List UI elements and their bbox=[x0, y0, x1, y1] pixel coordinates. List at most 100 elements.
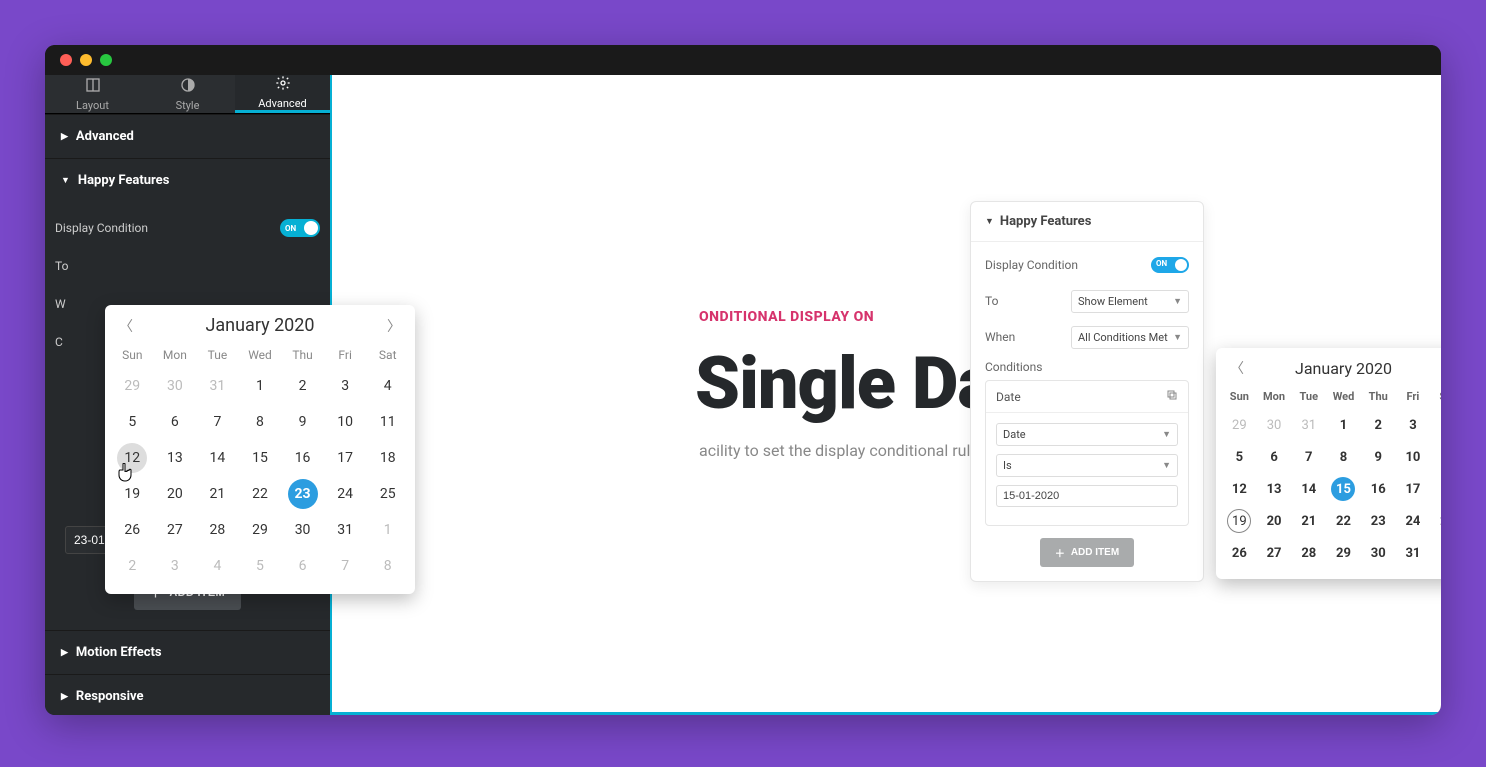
calendar-day[interactable]: 19 bbox=[1227, 509, 1251, 533]
calendar-day[interactable]: 9 bbox=[288, 407, 318, 437]
calendar-day[interactable]: 31 bbox=[1297, 413, 1321, 437]
calendar-day[interactable]: 22 bbox=[1331, 509, 1355, 533]
window-close-icon[interactable] bbox=[60, 54, 72, 66]
calendar-day[interactable]: 24 bbox=[330, 479, 360, 509]
calendar-day[interactable]: 26 bbox=[117, 515, 147, 545]
calendar-day[interactable]: 27 bbox=[160, 515, 190, 545]
calendar-day[interactable]: 8 bbox=[373, 551, 403, 581]
calendar-day[interactable]: 6 bbox=[1262, 445, 1286, 469]
calendar-day[interactable]: 30 bbox=[1366, 541, 1390, 565]
tab-advanced[interactable]: Advanced bbox=[235, 75, 330, 113]
calendar-prev-button[interactable]: 〈 bbox=[119, 316, 133, 336]
condition-op-select[interactable]: Is ▼ bbox=[996, 454, 1178, 477]
calendar-day[interactable]: 13 bbox=[1262, 477, 1286, 501]
calendar-day[interactable]: 3 bbox=[160, 551, 190, 581]
calendar-day[interactable]: 7 bbox=[1297, 445, 1321, 469]
calendar-day[interactable]: 6 bbox=[288, 551, 318, 581]
calendar-day[interactable]: 2 bbox=[117, 551, 147, 581]
calendar-day[interactable]: 17 bbox=[1401, 477, 1425, 501]
calendar-day[interactable]: 21 bbox=[202, 479, 232, 509]
calendar-day[interactable]: 1 bbox=[373, 515, 403, 545]
calendar-day[interactable]: 19 bbox=[117, 479, 147, 509]
calendar-day[interactable]: 2 bbox=[288, 371, 318, 401]
calendar-day[interactable]: 4 bbox=[202, 551, 232, 581]
tab-style[interactable]: Style bbox=[140, 75, 235, 113]
when-select[interactable]: All Conditions Met ▼ bbox=[1071, 326, 1189, 349]
calendar-day[interactable]: 31 bbox=[330, 515, 360, 545]
calendar-day[interactable]: 3 bbox=[330, 371, 360, 401]
calendar-day[interactable]: 8 bbox=[245, 407, 275, 437]
calendar-day[interactable]: 29 bbox=[1227, 413, 1251, 437]
calendar-day[interactable]: 3 bbox=[1401, 413, 1425, 437]
window-minimize-icon[interactable] bbox=[80, 54, 92, 66]
calendar-day[interactable]: 27 bbox=[1262, 541, 1286, 565]
calendar-day[interactable]: 9 bbox=[1366, 445, 1390, 469]
calendar-day[interactable]: 30 bbox=[288, 515, 318, 545]
calendar-day[interactable]: 2 bbox=[1366, 413, 1390, 437]
calendar-day[interactable]: 14 bbox=[1297, 477, 1321, 501]
calendar-day[interactable]: 29 bbox=[1331, 541, 1355, 565]
calendar-day[interactable]: 11 bbox=[373, 407, 403, 437]
calendar-day[interactable]: 15 bbox=[245, 443, 275, 473]
calendar-day[interactable]: 25 bbox=[1436, 509, 1441, 533]
calendar-day[interactable]: 20 bbox=[160, 479, 190, 509]
calendar-day[interactable]: 20 bbox=[1262, 509, 1286, 533]
calendar-day[interactable]: 18 bbox=[1436, 477, 1441, 501]
calendar-day[interactable]: 22 bbox=[245, 479, 275, 509]
section-responsive[interactable]: ▶ Responsive bbox=[45, 674, 330, 715]
condition-type-select[interactable]: Date ▼ bbox=[996, 423, 1178, 446]
calendar-day[interactable]: 31 bbox=[1401, 541, 1425, 565]
calendar-day[interactable]: 21 bbox=[1297, 509, 1321, 533]
calendar-day[interactable]: 29 bbox=[245, 515, 275, 545]
calendar-day[interactable]: 5 bbox=[117, 407, 147, 437]
calendar-day[interactable]: 12 bbox=[1227, 477, 1251, 501]
calendar-day[interactable]: 7 bbox=[202, 407, 232, 437]
calendar-day[interactable]: 18 bbox=[373, 443, 403, 473]
copy-icon[interactable] bbox=[1166, 389, 1178, 404]
calendar-day[interactable]: 25 bbox=[373, 479, 403, 509]
to-select[interactable]: Show Element ▼ bbox=[1071, 290, 1189, 313]
tab-layout[interactable]: Layout bbox=[45, 75, 140, 113]
calendar-day[interactable]: 11 bbox=[1436, 445, 1441, 469]
calendar-day[interactable]: 5 bbox=[245, 551, 275, 581]
panel-header[interactable]: ▼ Happy Features bbox=[971, 202, 1203, 242]
calendar-day[interactable]: 15 bbox=[1331, 477, 1355, 501]
calendar-day[interactable]: 13 bbox=[160, 443, 190, 473]
calendar-day[interactable]: 24 bbox=[1401, 509, 1425, 533]
calendar-day[interactable]: 10 bbox=[1401, 445, 1425, 469]
calendar-day[interactable]: 8 bbox=[1331, 445, 1355, 469]
calendar-day[interactable]: 30 bbox=[1262, 413, 1286, 437]
calendar-day[interactable]: 1 bbox=[1331, 413, 1355, 437]
calendar-day[interactable]: 4 bbox=[373, 371, 403, 401]
calendar-day[interactable]: 31 bbox=[202, 371, 232, 401]
calendar-day[interactable]: 16 bbox=[288, 443, 318, 473]
calendar-day[interactable]: 23 bbox=[1366, 509, 1390, 533]
window-maximize-icon[interactable] bbox=[100, 54, 112, 66]
display-condition-toggle[interactable]: ON bbox=[280, 219, 320, 237]
calendar-day[interactable]: 5 bbox=[1227, 445, 1251, 469]
calendar-day[interactable]: 4 bbox=[1436, 413, 1441, 437]
calendar-day[interactable]: 23 bbox=[288, 479, 318, 509]
calendar-prev-button[interactable]: 〈 bbox=[1230, 358, 1244, 378]
calendar-day[interactable]: 26 bbox=[1227, 541, 1251, 565]
display-condition-toggle[interactable] bbox=[1151, 257, 1189, 273]
calendar-day[interactable]: 10 bbox=[330, 407, 360, 437]
calendar-day[interactable]: 29 bbox=[117, 371, 147, 401]
calendar-day[interactable]: 12 bbox=[117, 443, 147, 473]
calendar-day[interactable]: 30 bbox=[160, 371, 190, 401]
calendar-day[interactable]: 14 bbox=[202, 443, 232, 473]
section-advanced[interactable]: ▶ Advanced bbox=[45, 114, 330, 158]
calendar-day[interactable]: 7 bbox=[330, 551, 360, 581]
calendar-next-button[interactable]: 〉 bbox=[387, 316, 401, 336]
section-happy-features[interactable]: ▼ Happy Features bbox=[45, 158, 330, 202]
add-item-button[interactable]: ＋ ADD ITEM bbox=[1040, 538, 1134, 567]
condition-date-input[interactable] bbox=[996, 485, 1178, 507]
calendar-day[interactable]: 28 bbox=[202, 515, 232, 545]
calendar-day[interactable]: 17 bbox=[330, 443, 360, 473]
calendar-day[interactable]: 16 bbox=[1366, 477, 1390, 501]
section-motion-effects[interactable]: ▶ Motion Effects bbox=[45, 630, 330, 674]
calendar-day[interactable]: 1 bbox=[1436, 541, 1441, 565]
calendar-day[interactable]: 6 bbox=[160, 407, 190, 437]
condition-header[interactable]: Date bbox=[986, 381, 1188, 413]
calendar-day[interactable]: 1 bbox=[245, 371, 275, 401]
